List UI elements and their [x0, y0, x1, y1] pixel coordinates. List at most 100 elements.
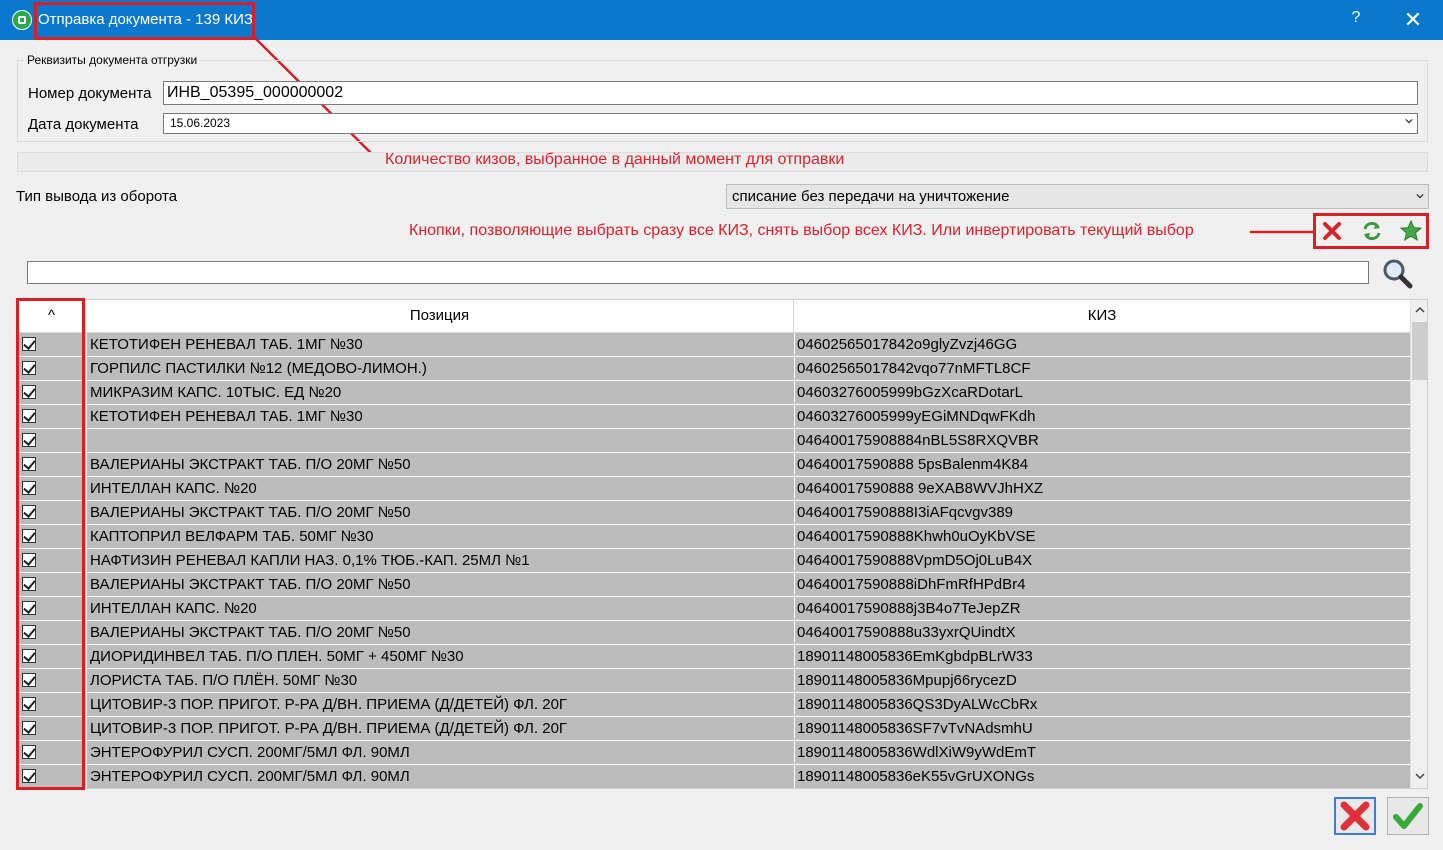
column-divider: [794, 621, 795, 645]
cell-kiz: 18901148005836SF7vTvNAdsmhU: [797, 720, 1033, 737]
chevron-down-icon: [1416, 193, 1424, 199]
column-divider: [86, 333, 87, 357]
cell-position: ЦИТОВИР-3 ПОР. ПРИГОТ. Р-РА Д/ВН. ПРИЕМА…: [90, 696, 568, 713]
column-divider: [794, 669, 795, 693]
table-row[interactable]: ВАЛЕРИАНЫ ЭКСТРАКТ ТАБ. П/О 20МГ №50 0464…: [18, 453, 1410, 477]
column-divider: [86, 453, 87, 477]
invert-selection-button[interactable]: [1357, 216, 1387, 246]
doc-number-input[interactable]: ИНВ_05395_000000002: [163, 81, 1418, 105]
column-divider: [794, 525, 795, 549]
cell-position: ВАЛЕРИАНЫ ЭКСТРАКТ ТАБ. П/О 20МГ №50: [90, 624, 411, 641]
title-annotation-box: [34, 2, 255, 40]
withdrawal-type-value: списание без передачи на уничтожение: [732, 188, 1010, 205]
table-row[interactable]: 046400175908884nBL5S8RXQVBR: [18, 429, 1410, 453]
table-row[interactable]: МИКРАЗИМ КАПС. 10ТЫС. ЕД №20 046032760059…: [18, 381, 1410, 405]
doc-number-label: Номер документа: [28, 85, 152, 102]
table-row[interactable]: КАПТОПРИЛ ВЕЛФАРМ ТАБ. 50МГ №30 046400175…: [18, 525, 1410, 549]
column-divider: [794, 333, 795, 357]
table-row[interactable]: ЦИТОВИР-3 ПОР. ПРИГОТ. Р-РА Д/ВН. ПРИЕМА…: [18, 693, 1410, 717]
scroll-up-icon[interactable]: [1415, 306, 1425, 314]
column-divider: [794, 693, 795, 717]
doc-date-label: Дата документа: [28, 116, 139, 133]
table-row[interactable]: ВАЛЕРИАНЫ ЭКСТРАКТ ТАБ. П/О 20МГ №50 0464…: [18, 501, 1410, 525]
cell-position: ДИОРИДИНВЕЛ ТАБ. П/О ПЛЕН. 50МГ + 450МГ …: [90, 648, 464, 665]
table-row[interactable]: ВАЛЕРИАНЫ ЭКСТРАКТ ТАБ. П/О 20МГ №50 0464…: [18, 621, 1410, 645]
table-header: ^ Позиция КИЗ: [18, 300, 1410, 333]
cell-kiz: 04640017590888j3B4o7TeJepZR: [797, 600, 1021, 617]
cell-position: ИНТЕЛЛАН КАПС. №20: [90, 600, 257, 617]
cell-kiz: 04640017590888iDhFmRfHPdBr4: [797, 576, 1026, 593]
table-row[interactable]: ЛОРИСТА ТАБ. П/О ПЛЁН. 50МГ №30 189011480…: [18, 669, 1410, 693]
column-header-kiz[interactable]: КИЗ: [794, 300, 1410, 332]
help-button[interactable]: ?: [1346, 9, 1366, 27]
table-row[interactable]: ДИОРИДИНВЕЛ ТАБ. П/О ПЛЕН. 50МГ + 450МГ …: [18, 645, 1410, 669]
cell-kiz: 04640017590888VpmD5Oj0LuB4X: [797, 552, 1033, 569]
cell-kiz: 18901148005836EmKgbdpBLrW33: [797, 648, 1033, 665]
cell-kiz: 04603276005999yEGiMNDqwFKdh: [797, 408, 1036, 425]
cell-kiz: 04602565017842o9glyZvzj46GG: [797, 336, 1018, 353]
cell-kiz: 18901148005836eK55vGrUXONGs: [797, 768, 1035, 785]
cell-position: ГОРПИЛС ПАСТИЛКИ №12 (МЕДОВО-ЛИМОН.): [90, 360, 427, 377]
withdrawal-type-select[interactable]: списание без передачи на уничтожение: [726, 184, 1429, 209]
chevron-down-icon: [1405, 118, 1413, 124]
ok-button[interactable]: [1387, 797, 1429, 835]
column-divider: [86, 549, 87, 573]
column-divider: [794, 381, 795, 405]
table-row[interactable]: ЭНТЕРОФУРИЛ СУСП. 200МГ/5МЛ ФЛ. 90МЛ 1890…: [18, 741, 1410, 765]
app-logo-icon: [12, 10, 32, 30]
search-icon: [1383, 259, 1413, 289]
table-row[interactable]: ЦИТОВИР-3 ПОР. ПРИГОТ. Р-РА Д/ВН. ПРИЕМА…: [18, 717, 1410, 741]
cell-position: КЕТОТИФЕН РЕНЕВАЛ ТАБ. 1МГ №30: [90, 336, 363, 353]
column-divider: [86, 597, 87, 621]
cell-position: ЦИТОВИР-3 ПОР. ПРИГОТ. Р-РА Д/ВН. ПРИЕМА…: [90, 720, 568, 737]
scroll-down-icon[interactable]: [1415, 772, 1425, 780]
vertical-scrollbar[interactable]: [1410, 300, 1427, 788]
search-input[interactable]: [27, 261, 1369, 284]
column-header-position[interactable]: Позиция: [86, 300, 794, 332]
column-divider: [86, 357, 87, 381]
table-row[interactable]: ЭНТЕРОФУРИЛ СУСП. 200МГ/5МЛ ФЛ. 90МЛ 1890…: [18, 765, 1410, 788]
table-row[interactable]: ИНТЕЛЛАН КАПС. №20 04640017590888 9eXAB8W…: [18, 477, 1410, 501]
scroll-thumb[interactable]: [1412, 322, 1427, 380]
column-divider: [794, 645, 795, 669]
column-divider: [86, 741, 87, 765]
select-all-button[interactable]: [1396, 216, 1426, 246]
cell-kiz: 04640017590888I3iAFqcvgv389: [797, 504, 1014, 521]
cell-position: КАПТОПРИЛ ВЕЛФАРМ ТАБ. 50МГ №30: [90, 528, 374, 545]
cell-kiz: 04640017590888u33yxrQUindtX: [797, 624, 1016, 641]
cell-position: ЭНТЕРОФУРИЛ СУСП. 200МГ/5МЛ ФЛ. 90МЛ: [90, 768, 410, 785]
checkbox-column-annotation-box: [16, 298, 85, 790]
column-divider: [86, 645, 87, 669]
column-divider: [794, 477, 795, 501]
search-button[interactable]: [1380, 257, 1414, 289]
table-row[interactable]: КЕТОТИФЕН РЕНЕВАЛ ТАБ. 1МГ №30 0460256501…: [18, 333, 1410, 357]
table-row[interactable]: ГОРПИЛС ПАСТИЛКИ №12 (МЕДОВО-ЛИМОН.) 0460…: [18, 357, 1410, 381]
ok-icon: [1393, 803, 1423, 829]
column-divider: [86, 621, 87, 645]
column-divider: [86, 381, 87, 405]
cell-position: МИКРАЗИМ КАПС. 10ТЫС. ЕД №20: [90, 384, 342, 401]
table-row[interactable]: ВАЛЕРИАНЫ ЭКСТРАКТ ТАБ. П/О 20МГ №50 0464…: [18, 573, 1410, 597]
cell-kiz: 04602565017842vqo77nMFTL8CF: [797, 360, 1031, 377]
close-button[interactable]: ✕: [1400, 6, 1426, 34]
group-label: Реквизиты документа отгрузки: [24, 53, 201, 67]
column-divider: [794, 717, 795, 741]
column-divider: [794, 741, 795, 765]
cell-position: КЕТОТИФЕН РЕНЕВАЛ ТАБ. 1МГ №30: [90, 408, 363, 425]
column-divider: [794, 429, 795, 453]
table-row[interactable]: КЕТОТИФЕН РЕНЕВАЛ ТАБ. 1МГ №30 0460327600…: [18, 405, 1410, 429]
table-row[interactable]: ИНТЕЛЛАН КАПС. №20 04640017590888j3B4o7Te…: [18, 597, 1410, 621]
column-divider: [794, 549, 795, 573]
column-divider: [86, 477, 87, 501]
deselect-all-icon: [1323, 222, 1341, 240]
column-divider: [86, 717, 87, 741]
doc-date-picker[interactable]: 15.06.2023: [163, 113, 1418, 134]
cell-position: ВАЛЕРИАНЫ ЭКСТРАКТ ТАБ. П/О 20МГ №50: [90, 576, 411, 593]
withdrawal-type-label: Тип вывода из оборота: [16, 188, 178, 205]
table-row[interactable]: НАФТИЗИН РЕНЕВАЛ КАПЛИ НАЗ. 0,1% ТЮБ.-КА…: [18, 549, 1410, 573]
cell-kiz: 04640017590888 5psBalenm4K84: [797, 456, 1029, 473]
deselect-all-button[interactable]: [1317, 216, 1347, 246]
table-body: КЕТОТИФЕН РЕНЕВАЛ ТАБ. 1МГ №30 0460256501…: [18, 333, 1410, 788]
cell-kiz: 04603276005999bGzXcaRDotarL: [797, 384, 1024, 401]
cancel-button[interactable]: [1334, 797, 1376, 835]
